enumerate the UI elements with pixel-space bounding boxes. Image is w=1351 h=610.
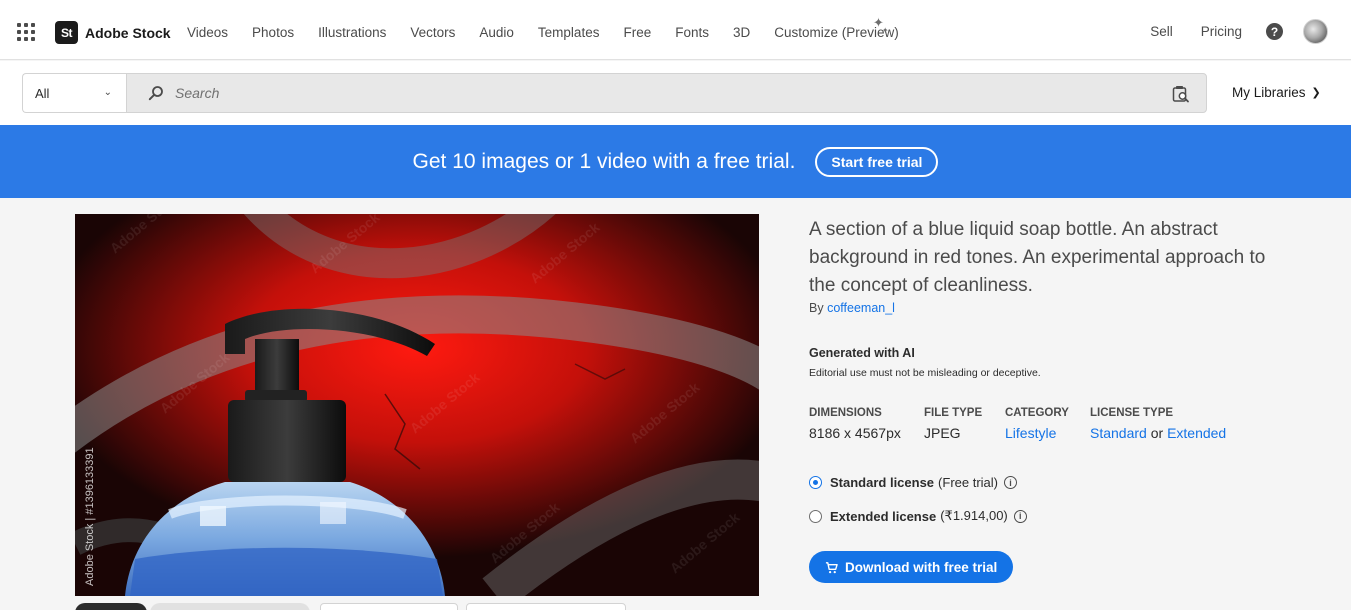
extended-license-link[interactable]: Extended [1167, 425, 1226, 441]
nav-link-templates[interactable]: Templates [538, 25, 600, 40]
file-type-label: FILE TYPE [924, 407, 983, 419]
asset-preview-image[interactable]: Adobe Stock Adobe Stock Adobe Stock Adob… [75, 214, 759, 596]
license-type-label: LICENSE TYPE [1090, 407, 1174, 419]
nav-link-illustrations[interactable]: Illustrations [318, 25, 386, 40]
nav-links: Videos Photos Illustrations Vectors Audi… [187, 25, 923, 40]
nav-link-fonts[interactable]: Fonts [675, 25, 709, 40]
bottom-tab-active[interactable] [75, 603, 147, 610]
nav-link-audio[interactable]: Audio [479, 25, 514, 40]
standard-license-detail: (Free trial) [938, 475, 998, 490]
sparkle-icon: ✦✦ [873, 15, 889, 35]
info-icon[interactable]: i [1013, 509, 1027, 523]
bottom-tab[interactable] [150, 603, 310, 610]
author-line: By coffeeman_l [809, 301, 895, 315]
nav-link-3d[interactable]: 3D [733, 25, 750, 40]
meta-file-type: FILE TYPE JPEG [924, 407, 982, 441]
chevron-down-icon: ⌄ [103, 87, 112, 98]
dimensions-value: 8186 x 4567px [809, 425, 901, 441]
meta-dimensions: DIMENSIONS 8186 x 4567px [809, 407, 901, 441]
avatar[interactable] [1303, 19, 1328, 44]
author-link[interactable]: coffeeman_l [827, 301, 895, 315]
asset-type-select[interactable]: All ⌄ [22, 73, 126, 113]
top-nav: St Adobe Stock Videos Photos Illustratio… [0, 0, 1351, 60]
standard-license-radio[interactable] [809, 476, 822, 489]
chevron-down-icon: ❯ [1311, 87, 1321, 99]
app-switcher-icon[interactable] [17, 23, 35, 41]
search-input[interactable] [175, 82, 1135, 104]
visual-search-icon[interactable] [1172, 85, 1190, 103]
image-watermark-id: Adobe Stock | #1396133391 [84, 447, 96, 586]
extended-license-option[interactable]: Extended license (₹1.914,00) i [809, 508, 1027, 524]
search-icon [148, 86, 163, 101]
my-libraries-dropdown[interactable]: My Libraries ❯ [1232, 85, 1321, 100]
category-link[interactable]: Lifestyle [1005, 425, 1056, 441]
extended-license-radio[interactable] [809, 509, 822, 523]
extended-license-detail: (₹1.914,00) [940, 508, 1008, 523]
adobe-stock-logo[interactable]: St Adobe Stock [55, 21, 171, 44]
ai-generated-note: Editorial use must not be misleading or … [809, 367, 1041, 379]
nav-link-pricing[interactable]: Pricing [1201, 24, 1242, 39]
standard-license-option[interactable]: Standard license (Free trial) i [809, 475, 1017, 490]
meta-category: CATEGORY Lifestyle [1005, 407, 1069, 441]
asset-type-value: All [35, 85, 50, 101]
free-trial-banner: Get 10 images or 1 video with a free tri… [0, 125, 1351, 198]
asset-title: A section of a blue liquid soap bottle. … [809, 219, 1266, 296]
nav-link-videos[interactable]: Videos [187, 25, 228, 40]
banner-text: Get 10 images or 1 video with a free tri… [412, 149, 796, 173]
logo-badge: St [55, 21, 78, 44]
bottom-tab[interactable] [320, 603, 458, 610]
download-button-label: Download with free trial [845, 559, 998, 575]
my-libraries-label: My Libraries [1232, 85, 1306, 100]
file-type-value: JPEG [924, 425, 961, 441]
cart-icon [825, 561, 838, 573]
category-label: CATEGORY [1005, 407, 1069, 419]
standard-license-name: Standard license [830, 475, 935, 490]
download-free-trial-button[interactable]: Download with free trial [809, 551, 1014, 583]
start-free-trial-button[interactable]: Start free trial [815, 146, 939, 177]
nav-link-sell[interactable]: Sell [1150, 24, 1173, 39]
search-box [126, 73, 1207, 113]
nav-link-free[interactable]: Free [623, 25, 651, 40]
nav-link-vectors[interactable]: Vectors [410, 25, 455, 40]
standard-license-link[interactable]: Standard [1090, 425, 1147, 441]
search-row: All ⌄ My Libraries ❯ [0, 61, 1351, 125]
nav-right: Sell Pricing ? [1122, 19, 1328, 44]
nav-link-photos[interactable]: Photos [252, 25, 294, 40]
meta-license-type: LICENSE TYPE Standard or Extended [1090, 407, 1226, 441]
info-icon[interactable]: i [1004, 476, 1017, 489]
by-prefix: By [809, 301, 824, 315]
help-icon[interactable]: ? [1266, 23, 1283, 40]
extended-license-name: Extended license [830, 508, 937, 524]
bottom-tab[interactable] [466, 603, 626, 610]
soap-bottle-illustration: Adobe Stock Adobe Stock Adobe Stock Adob… [75, 214, 759, 596]
logo-text: Adobe Stock [85, 24, 171, 41]
ai-generated-heading: Generated with AI [809, 346, 915, 360]
dimensions-label: DIMENSIONS [809, 407, 882, 419]
license-or-text: or [1150, 425, 1164, 441]
